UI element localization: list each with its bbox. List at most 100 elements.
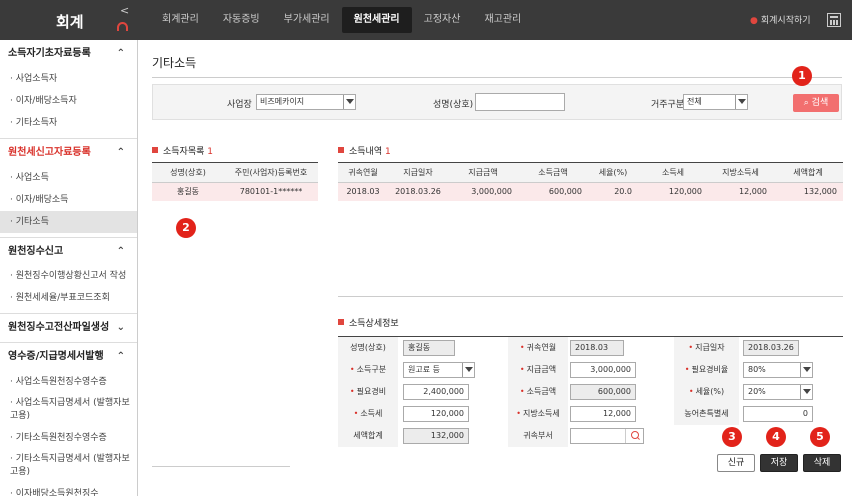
col-header[interactable]: 지방소득세 [708,162,773,183]
earner-table: 성명(상호) 주민(사업자)등록번호 홍길동 780101-1****** [152,162,318,201]
table-cell: 3,000,000 [448,182,518,201]
app-title: 회계 [56,13,84,31]
main-content: 기타소득 사업장 비즈메카이지 성명(상호) 거주구분 전체 ⌕ 검색 1 소득… [139,40,852,496]
col-header[interactable]: 지급일자 [388,162,448,183]
sidebar-item-business-earner[interactable]: 사업소득자 [0,68,137,90]
nav-vat[interactable]: 부가세관리 [272,0,342,40]
sidebar-section-title[interactable]: 소득자기초자료등록 ⌃ [0,40,137,68]
chevron-down-icon[interactable] [462,363,474,377]
local-tax-input[interactable]: 12,000 [570,406,636,422]
earner-list-title: 소득자목록 1 [152,144,213,157]
section-marker-icon [152,147,158,153]
rural-tax-input[interactable]: 0 [743,406,813,422]
chevron-down-icon[interactable] [343,95,355,109]
sidebar-item-other-earner[interactable]: 기타소득자 [0,112,137,134]
alert-icon: ● [750,16,758,26]
collapse-sidebar-icon[interactable]: < [120,4,129,17]
chevron-down-icon[interactable] [800,385,812,399]
nav-inventory[interactable]: 재고관리 [472,0,533,40]
income-tax-label: • 소득세 [338,403,398,425]
nav-fixed-assets[interactable]: 고정자산 [412,0,473,40]
sidebar-item-business-statement[interactable]: 사업소득지급명세서 (발행자보고용) [0,393,137,427]
title-divider [152,77,842,78]
sidebar-item-other-income[interactable]: 기타소득 [0,211,137,233]
table-row[interactable]: 2018.03 2018.03.26 3,000,000 600,000 20.… [338,182,843,201]
income-type-select[interactable]: 원고료 등 [403,362,475,378]
sidebar-item-business-income[interactable]: 사업소득 [0,167,137,189]
callout-badge-4: 4 [766,427,786,447]
period-field: 2018.03 [570,340,624,356]
sidebar-section-title[interactable]: 원천징수신고 ⌃ [0,238,137,266]
save-button[interactable]: 저장 [760,454,798,472]
business-select-value: 비즈메카이지 [260,97,305,106]
search-icon[interactable] [625,429,643,443]
tax-rate-select[interactable]: 20% [743,384,813,400]
search-button-label: 검색 [811,98,829,108]
nav-accounting[interactable]: 회계관리 [150,0,211,40]
sidebar-item-tax-rate-lookup[interactable]: 원천세세율/부표코드조회 [0,287,137,309]
chevron-up-icon[interactable]: ⌃ [117,238,125,266]
nav-withholding[interactable]: 원천세관리 [341,7,412,33]
expense-rate-select[interactable]: 80% [743,362,813,378]
callout-badge-2: 2 [176,218,196,238]
chevron-down-icon[interactable] [735,95,747,109]
sidebar-item-other-receipt[interactable]: 기타소득원천징수영수증 [0,427,137,449]
dept-input[interactable] [570,428,644,444]
section-marker-icon [338,147,344,153]
sidebar-item-interest-receipt[interactable]: 이자배당소득원천징수 [0,483,137,496]
sidebar-item-interest-income[interactable]: 이자/배당소득 [0,189,137,211]
business-label: 사업장 [227,100,252,110]
top-bar: 회계 < 회계관리 자동증빙 부가세관리 원천세관리 고정자산 재고관리 ● 회계… [0,0,852,40]
sidebar-section-title[interactable]: 영수증/지급명세서발행 ⌃ [0,343,137,371]
sidebar: 소득자기초자료등록 ⌃ 사업소득자 이자/배당소득자 기타소득자 원천세신고자료등… [0,40,138,496]
delete-button[interactable]: 삭제 [803,454,841,472]
headset-icon[interactable] [117,22,128,31]
residence-select-value: 전체 [687,97,702,106]
divider [152,466,290,467]
income-tax-input[interactable]: 120,000 [403,406,469,422]
table-row[interactable]: 홍길동 780101-1****** [152,182,318,201]
business-select[interactable]: 비즈메카이지 [256,94,356,110]
sidebar-section-title[interactable]: 원천징수고전산파일생성 ⌄ [0,314,137,342]
chevron-up-icon[interactable]: ⌃ [117,40,125,68]
sidebar-section-title[interactable]: 원천세신고자료등록 ⌃ [0,139,137,167]
income-type-label: • 소득구분 [338,359,398,381]
chevron-up-icon[interactable]: ⌃ [117,343,125,371]
col-header[interactable]: 주민(사업자)등록번호 [224,162,318,183]
total-tax-field: 132,000 [403,428,469,444]
col-header[interactable]: 세율(%) [588,162,638,183]
earner-count: 1 [207,147,214,157]
table-cell: 132,000 [773,182,843,201]
name-label: 성명(상호) [338,337,398,359]
table-cell: 600,000 [518,182,588,201]
sidebar-section-label: 원천세신고자료등록 [8,147,91,158]
expense-input[interactable]: 2,400,000 [403,384,469,400]
callout-badge-3: 3 [722,427,742,447]
col-header[interactable]: 귀속연월 [338,162,388,183]
sidebar-item-business-receipt[interactable]: 사업소득원천징수영수증 [0,371,137,393]
total-tax-label: 세액합계 [338,425,398,447]
sidebar-item-report-form[interactable]: 원천징수이행상황신고서 작성 [0,266,137,287]
col-header[interactable]: 세액합계 [773,162,843,183]
residence-select[interactable]: 전체 [683,94,748,110]
detail-row: • 소득구분 원고료 등 • 지급금액 3,000,000 • 필요경비율 80% [338,359,843,381]
sidebar-item-interest-earner[interactable]: 이자/배당소득자 [0,90,137,112]
callout-badge-1: 1 [792,66,812,86]
chevron-down-icon[interactable] [800,363,812,377]
start-accounting-link[interactable]: ● 회계시작하기 [750,13,811,26]
new-button[interactable]: 신규 [717,454,755,472]
name-search-input[interactable] [475,93,565,111]
calculator-icon[interactable] [827,13,841,27]
col-header[interactable]: 성명(상호) [152,162,224,183]
table-cell: 12,000 [708,182,773,201]
col-header[interactable]: 지급금액 [448,162,518,183]
pay-amount-input[interactable]: 3,000,000 [570,362,636,378]
col-header[interactable]: 소득세 [638,162,708,183]
nav-auto-evidence[interactable]: 자동증빙 [211,0,272,40]
search-button[interactable]: ⌕ 검색 [793,94,839,112]
chevron-down-icon[interactable]: ⌄ [117,314,125,342]
chevron-up-icon[interactable]: ⌃ [117,139,125,167]
col-header[interactable]: 소득금액 [518,162,588,183]
divider [338,296,843,297]
sidebar-item-other-statement[interactable]: 기타소득지급명세서 (발행자보고용) [0,449,137,483]
